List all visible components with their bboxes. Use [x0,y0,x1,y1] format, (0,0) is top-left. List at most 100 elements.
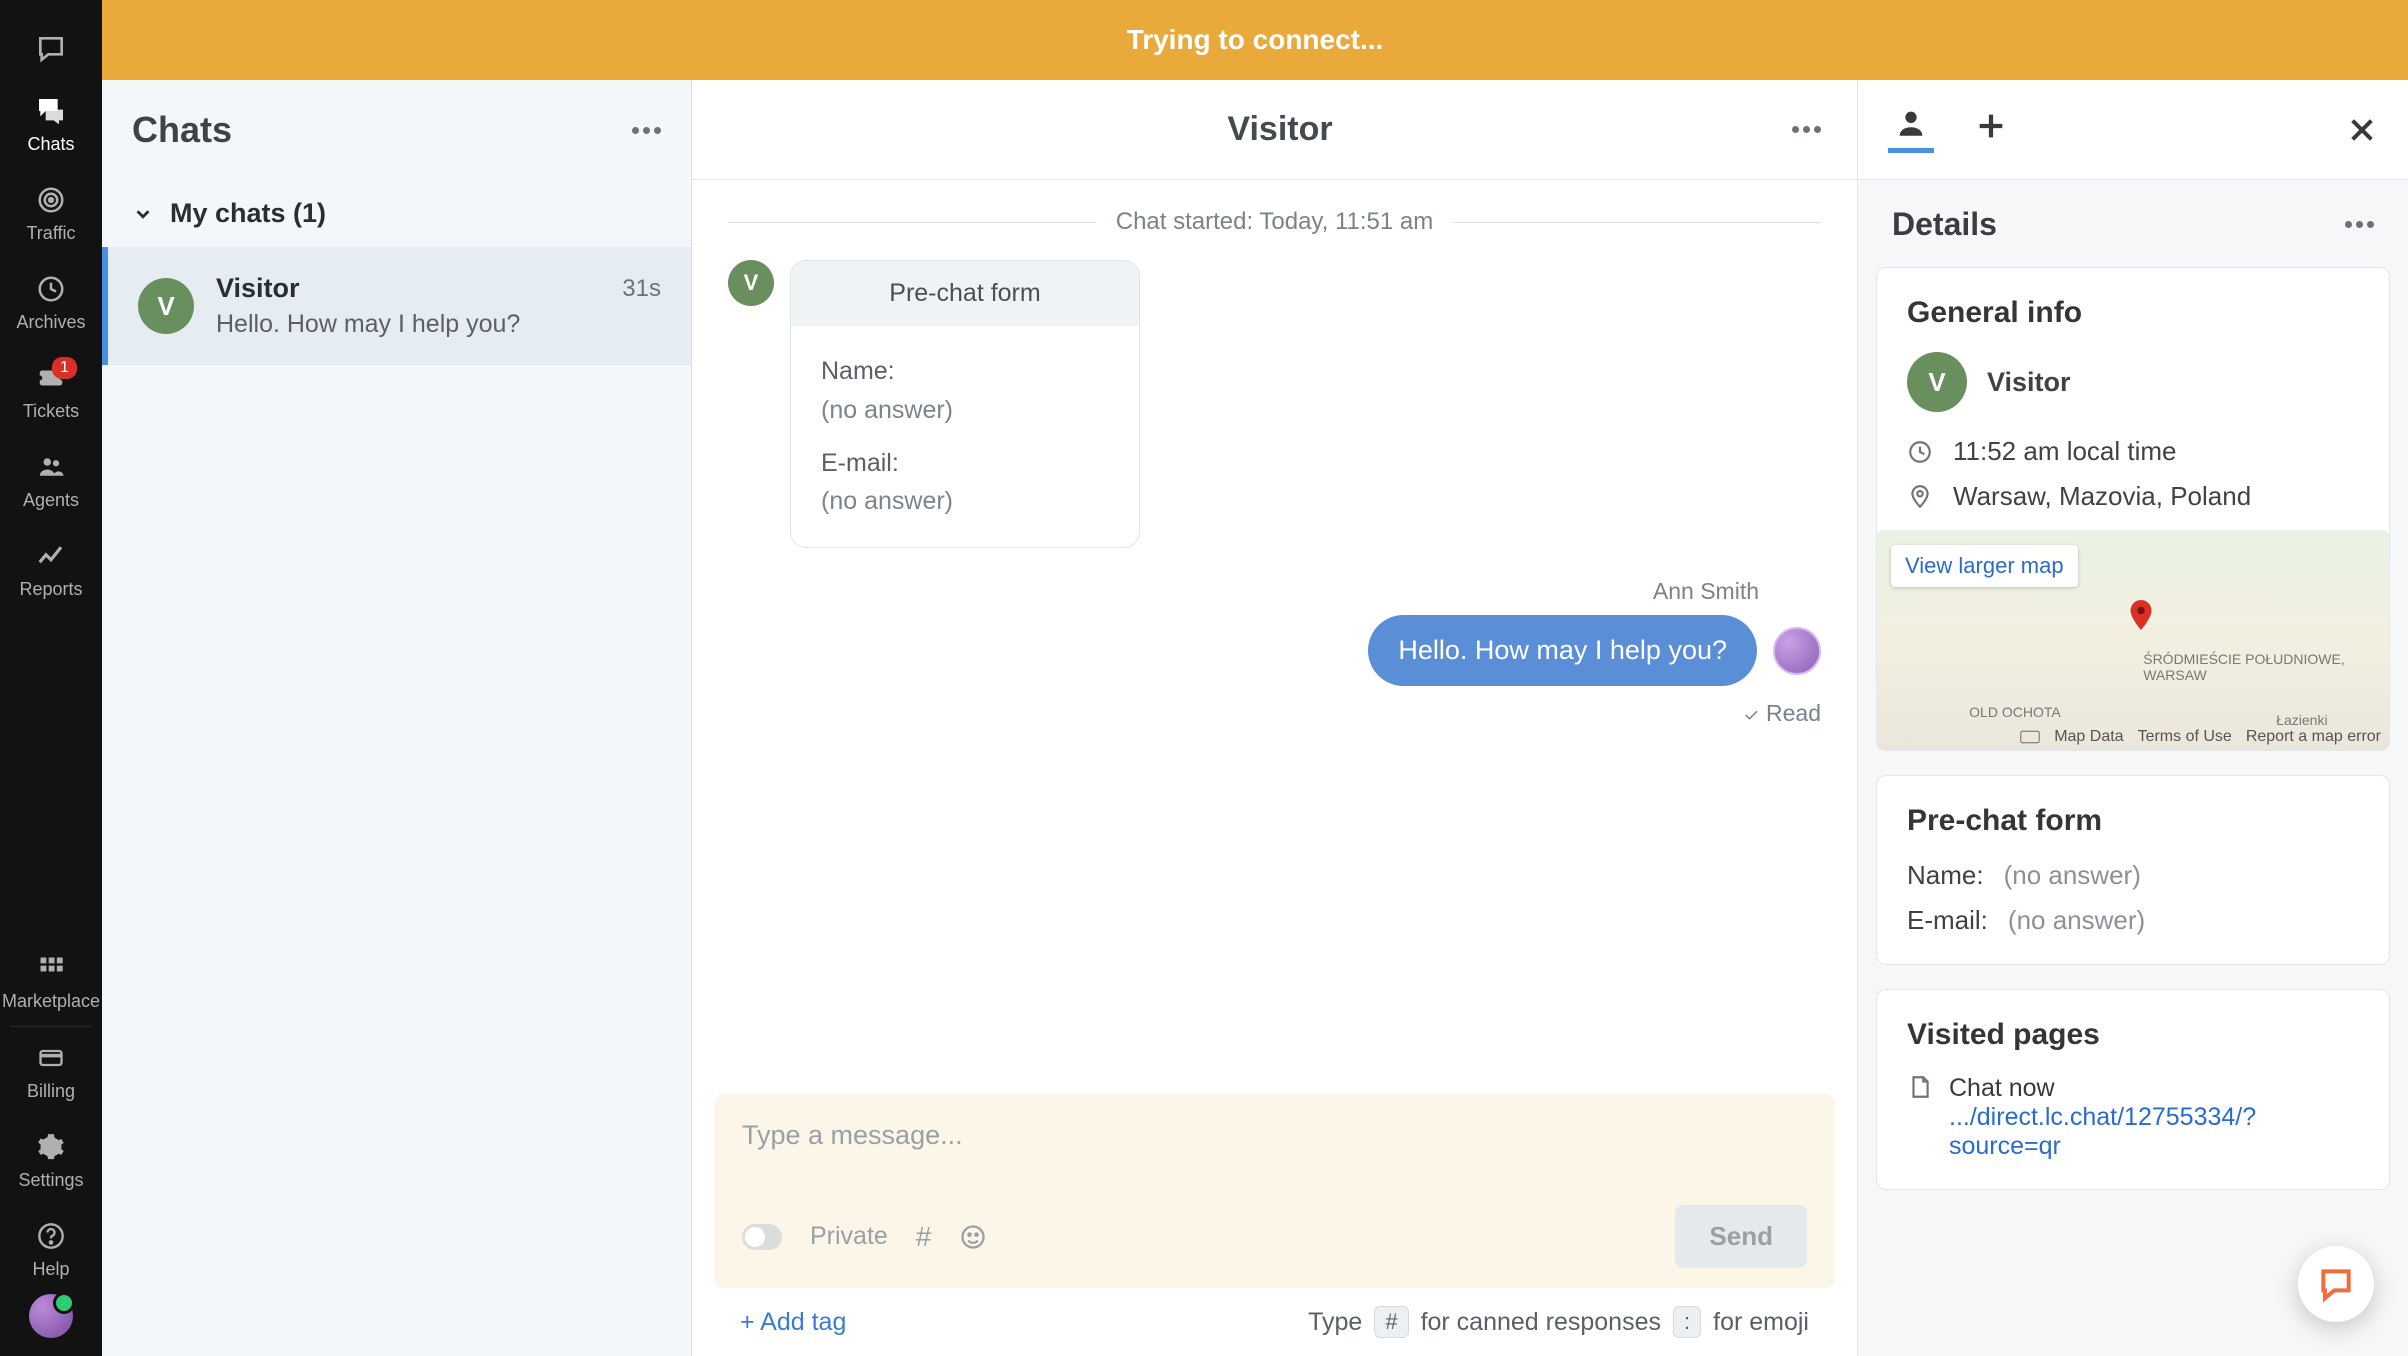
current-user-avatar[interactable] [29,1294,73,1338]
chevron-down-icon [132,203,154,225]
nav-marketplace[interactable]: Marketplace [10,937,92,1027]
tickets-badge: 1 [52,357,77,379]
prechat-card: Pre-chat form Name: (no answer) E-mail: … [790,260,1140,548]
prechat-heading: Pre-chat form [1907,804,2359,838]
location-icon [1907,484,1933,510]
prechat-name-label: Name: [821,357,895,385]
tab-person[interactable] [1888,106,1934,153]
tab-add[interactable] [1968,109,2014,151]
mini-map[interactable]: View larger map ŚRÓDMIEŚCIE POŁUDNIOWE, … [1877,530,2389,750]
prechat-email-label: E-mail: [1907,905,1988,936]
nav-speech-outline[interactable] [0,18,102,80]
prechat-email-label: E-mail: [821,449,899,477]
chat-list-item[interactable]: V Visitor 31s Hello. How may I help you? [102,247,691,365]
nav-traffic-label: Traffic [26,223,75,244]
agent-message-bubble: Hello. How may I help you? [1368,615,1757,686]
nav-agents-label: Agents [23,490,79,511]
chat-item-preview: Hello. How may I help you? [216,310,661,339]
nav-help-label: Help [32,1259,69,1280]
prechat-name-value: (no answer) [2004,860,2141,891]
details-tabs [1858,80,2408,180]
send-button[interactable]: Send [1675,1205,1807,1268]
message-input[interactable] [742,1120,1807,1172]
gear-icon [34,1130,68,1164]
message-read-status: Read [1742,700,1821,727]
document-icon [1907,1074,1933,1100]
nav-billing-label: Billing [27,1081,75,1102]
nav-marketplace-label: Marketplace [2,991,100,1012]
my-chats-section-label: My chats (1) [170,198,326,229]
message-composer: Private # Send [714,1094,1835,1288]
visited-page-url[interactable]: .../direct.lc.chat/12755334/?source=qr [1949,1103,2359,1161]
chat-list-title: Chats [132,109,232,151]
close-details-button[interactable] [2346,114,2378,146]
visitor-avatar-icon: V [728,260,774,306]
nav-help[interactable]: Help [0,1205,102,1294]
location-text: Warsaw, Mazovia, Poland [1953,481,2251,512]
chat-item-name: Visitor [216,273,300,304]
map-area-label: OLD OCHOTA [1969,704,2061,720]
my-chats-section-toggle[interactable]: My chats (1) [102,180,691,247]
visitor-avatar-icon: V [138,278,194,334]
colon-key: : [1673,1306,1701,1338]
chat-list-panel: Chats My chats (1) V Visitor 31s Hello. … [102,80,692,1356]
visited-pages-card: Visited pages Chat now .../direct.lc.cha… [1876,989,2390,1190]
conversation-panel: Visitor Chat started: Today, 11:51 am V … [692,80,1858,1356]
nav-reports[interactable]: Reports [0,525,102,614]
emoji-label: for emoji [1713,1308,1809,1337]
banner-text: Trying to connect... [1127,24,1384,56]
nav-settings[interactable]: Settings [0,1116,102,1205]
nav-traffic[interactable]: Traffic [0,169,102,258]
nav-tickets[interactable]: 1 Tickets [0,347,102,436]
clock-icon [34,272,68,306]
prechat-email-value: (no answer) [2008,905,2145,936]
prechat-name-label: Name: [1907,860,1984,891]
view-larger-map-button[interactable]: View larger map [1891,545,2078,587]
left-nav: Chats Traffic Archives 1 Tickets Agent [0,0,102,1356]
trend-icon [34,539,68,573]
private-toggle[interactable] [742,1224,782,1250]
chats-icon [34,94,68,128]
nav-billing[interactable]: Billing [0,1027,102,1116]
conversation-menu-button[interactable] [1792,126,1821,133]
visited-pages-heading: Visited pages [1907,1018,2359,1052]
prechat-email-value: (no answer) [821,482,1109,521]
chat-list-menu-button[interactable] [632,127,661,134]
clock-icon [1907,439,1933,465]
person-icon [1894,106,1928,140]
prechat-card-heading: Pre-chat form [791,261,1139,326]
visited-page-title: Chat now [1949,1074,2359,1103]
nav-archives-label: Archives [16,312,85,333]
prechat-name-value: (no answer) [821,391,1109,430]
speech-bubble-outline-icon [34,32,68,66]
add-tag-button[interactable]: + Add tag [740,1308,846,1337]
conversation-title: Visitor [1227,110,1332,149]
general-info-heading: General info [1907,296,2359,330]
check-icon [1742,706,1760,724]
map-pin-icon [2123,597,2159,633]
card-icon [34,1041,68,1075]
general-info-name: Visitor [1987,367,2071,398]
map-area-label: Łazienki [2276,712,2327,728]
nav-archives[interactable]: Archives [0,258,102,347]
nav-agents[interactable]: Agents [0,436,102,525]
connection-banner: Trying to connect... [102,0,2408,80]
prechat-info-card: Pre-chat form Name: (no answer) E-mail: … [1876,775,2390,965]
private-label: Private [810,1222,888,1251]
agent-avatar-icon [1773,627,1821,675]
type-label: Type [1308,1308,1362,1337]
hash-icon[interactable]: # [916,1221,932,1253]
details-menu-button[interactable] [2345,221,2374,228]
details-heading: Details [1892,206,1997,243]
hash-key: # [1374,1306,1408,1338]
floating-chat-button[interactable] [2298,1246,2374,1322]
nav-chats[interactable]: Chats [0,80,102,169]
keyboard-icon [2020,730,2040,744]
nav-settings-label: Settings [18,1170,83,1191]
agent-message-block: Ann Smith Hello. How may I help you? Rea… [728,578,1821,727]
local-time: 11:52 am local time [1953,436,2177,467]
target-icon [34,183,68,217]
close-icon [2346,114,2378,146]
emoji-icon[interactable] [959,1223,987,1251]
chat-item-time: 31s [622,275,661,303]
